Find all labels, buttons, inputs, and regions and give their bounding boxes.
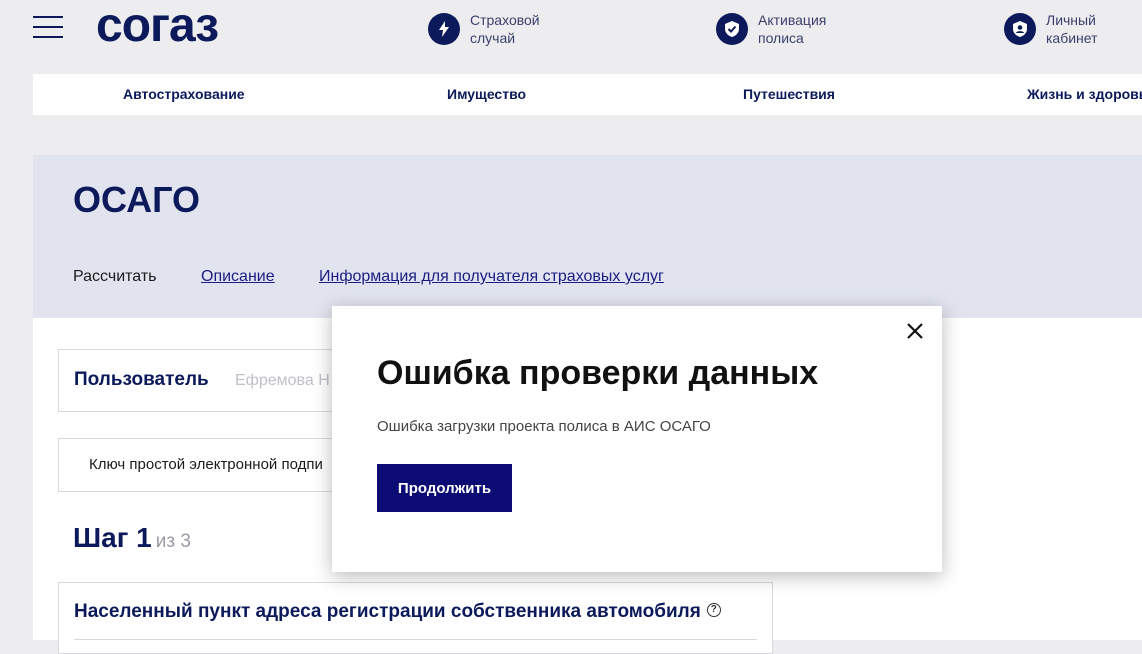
address-title-text: Населенный пункт адреса регистрации собс… (74, 601, 701, 622)
svg-text:согаз: согаз (96, 2, 218, 46)
tab-description[interactable]: Описание (201, 268, 275, 286)
check-shield-icon (716, 13, 748, 45)
address-title: Населенный пункт адреса регистрации собс… (74, 601, 721, 623)
step-label: Шаг 1 (73, 522, 152, 553)
error-modal: Ошибка проверки данных Ошибка загрузки п… (332, 306, 942, 572)
close-icon[interactable] (906, 322, 924, 340)
tab-calculate[interactable]: Рассчитать (73, 268, 157, 286)
main-nav: Автострахование Имущество Путешествия Жи… (33, 74, 1142, 115)
step-of: из 3 (155, 531, 191, 552)
key-label: Ключ простой электронной подпи (89, 456, 323, 473)
lightning-shield-icon (428, 13, 460, 45)
policy-activation-link[interactable]: Активация полиса (716, 11, 848, 47)
personal-cabinet-label-2: кабинет (1046, 30, 1098, 46)
key-box: Ключ простой электронной подпи (58, 438, 360, 492)
nav-item-auto[interactable]: Автострахование (123, 74, 245, 115)
policy-activation-label-1: Активация (758, 12, 827, 28)
user-box: Пользователь Ефремова Н (58, 349, 360, 412)
insurance-case-label-1: Страховой (470, 12, 540, 28)
policy-activation-label-2: полиса (758, 30, 804, 46)
user-value: Ефремова Н (235, 372, 330, 389)
help-icon[interactable]: ? (706, 603, 721, 617)
page-hero: ОСАГО Рассчитать Описание Информация для… (33, 155, 1142, 318)
modal-message: Ошибка загрузки проекта полиса в АИС ОСА… (377, 418, 711, 435)
insurance-case-label-2: случай (470, 30, 516, 46)
menu-burger-icon[interactable] (33, 14, 63, 40)
address-box: Населенный пункт адреса регистрации собс… (58, 582, 773, 654)
tab-recipient-info[interactable]: Информация для получателя страховых услу… (319, 268, 664, 286)
nav-item-property[interactable]: Имущество (447, 74, 526, 115)
step-indicator: Шаг 1 из 3 (73, 522, 191, 554)
page-title: ОСАГО (73, 179, 201, 220)
user-label: Пользователь (74, 369, 209, 390)
personal-cabinet-link[interactable]: Личный кабинет (1004, 11, 1136, 47)
modal-title: Ошибка проверки данных (377, 354, 819, 392)
user-shield-icon (1004, 13, 1036, 45)
insurance-case-link[interactable]: Страховой случай (428, 11, 560, 47)
continue-button[interactable]: Продолжить (377, 464, 512, 512)
nav-item-travel[interactable]: Путешествия (743, 74, 835, 115)
personal-cabinet-label-1: Личный (1046, 12, 1096, 28)
nav-item-life-health[interactable]: Жизнь и здоровье (1027, 74, 1142, 115)
sogaz-logo[interactable]: согаз (96, 2, 280, 46)
